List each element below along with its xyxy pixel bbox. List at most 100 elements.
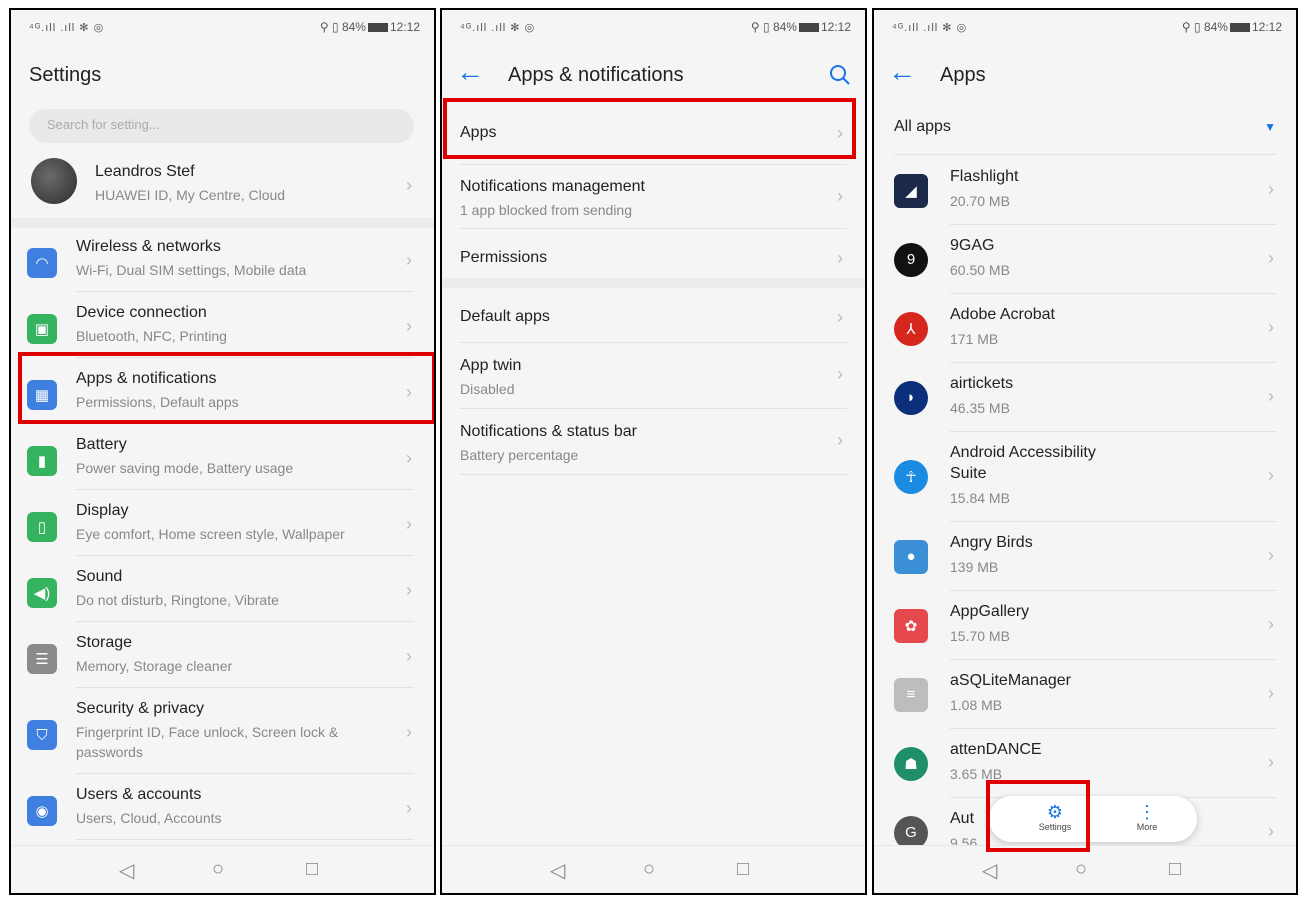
item-title: Sound <box>76 568 123 585</box>
status-bar: ⁴ᴳ.ıll .ıll ✻ ◎ ⚲ ▯ 84% 12:12 <box>442 10 865 46</box>
settings-item-display[interactable]: ▯ Display Eye comfort, Home screen style… <box>11 494 434 559</box>
item-title: Default apps <box>460 308 550 325</box>
settings-item-battery[interactable]: ▮ Battery Power saving mode, Battery usa… <box>11 428 434 493</box>
app-name: aSQLiteManager <box>950 672 1071 689</box>
settings-item-security[interactable]: ⛉ Security & privacy Fingerprint ID, Fac… <box>11 692 434 777</box>
app-size: 171 MB <box>950 331 999 347</box>
app-list-item[interactable]: ≡ aSQLiteManager 1.08 MB › <box>874 660 1296 729</box>
chevron-right-icon: › <box>1268 751 1274 772</box>
app-name: Flashlight <box>950 168 1019 185</box>
back-arrow-icon[interactable]: ← <box>888 58 916 86</box>
account-sub: HUAWEI ID, My Centre, Cloud <box>95 187 286 203</box>
highlight-settings <box>986 780 1090 852</box>
popup-more-button[interactable]: ⋮ More <box>1117 802 1177 832</box>
display-icon: ▯ <box>27 512 57 542</box>
angry-birds-icon: ● <box>894 539 928 574</box>
recent-nav-icon[interactable]: □ <box>737 858 749 881</box>
chevron-right-icon: › <box>1268 820 1274 841</box>
item-title: Wireless & networks <box>76 238 221 255</box>
default-apps-row[interactable]: Default apps › <box>442 290 865 344</box>
chevron-right-icon: › <box>406 316 412 336</box>
search-icon[interactable] <box>829 64 851 92</box>
divider <box>460 342 847 343</box>
app-list-item[interactable]: ⅄ Adobe Acrobat 171 MB › <box>874 294 1296 363</box>
item-title: Battery <box>76 436 127 453</box>
app-list-item[interactable]: ◗ airtickets 46.35 MB › <box>874 363 1296 432</box>
highlight-apps <box>443 98 856 159</box>
item-sub: Wi-Fi, Dual SIM settings, Mobile data <box>76 262 307 278</box>
signal-indicators: ⁴ᴳ.ıll .ıll ✻ ◎ <box>892 22 968 34</box>
item-sub: Battery percentage <box>460 447 579 463</box>
shield-icon: ⛉ <box>27 720 57 750</box>
chevron-right-icon: › <box>1268 385 1274 406</box>
battery-icon <box>367 23 388 33</box>
status-right: ⚲ ▯ 84% 12:12 <box>319 20 420 34</box>
divider <box>460 408 847 409</box>
item-title: Permissions <box>460 249 548 266</box>
item-sub: Power saving mode, Battery usage <box>76 460 294 476</box>
item-sub: Eye comfort, Home screen style, Wallpape… <box>76 526 345 542</box>
chevron-right-icon: › <box>406 175 412 195</box>
flashlight-icon: ◢ <box>894 173 928 208</box>
apps-notifications-screen: ⁴ᴳ.ıll .ıll ✻ ◎ ⚲ ▯ 84% 12:12 ← Apps & no… <box>440 8 867 895</box>
settings-item-sound[interactable]: ◀) Sound Do not disturb, Ringtone, Vibra… <box>11 560 434 625</box>
back-nav-icon[interactable]: ◁ <box>119 858 134 883</box>
settings-item-wireless[interactable]: ◠ Wireless & networks Wi-Fi, Dual SIM se… <box>11 230 434 295</box>
app-list-item[interactable]: ● Angry Birds 139 MB › <box>874 522 1296 591</box>
app-name: Angry Birds <box>950 534 1033 551</box>
app-size: 1.08 MB <box>950 697 1003 713</box>
settings-item-storage[interactable]: ☰ Storage Memory, Storage cleaner › <box>11 626 434 691</box>
item-title: Device connection <box>76 304 207 321</box>
notifications-status-bar-row[interactable]: Notifications & status bar Battery perce… <box>442 410 865 474</box>
back-arrow-icon[interactable]: ← <box>456 58 484 86</box>
app-filter-dropdown[interactable]: All apps ▼ <box>874 108 1296 154</box>
app-twin-row[interactable]: App twin Disabled › <box>442 344 865 408</box>
more-vertical-icon: ⋮ <box>1138 802 1156 822</box>
chevron-right-icon: › <box>1268 178 1274 199</box>
app-list-item[interactable]: 9 9GAG 60.50 MB › <box>874 225 1296 294</box>
app-list-item[interactable]: ☥ Android Accessibility Suite 15.84 MB › <box>874 432 1296 522</box>
back-nav-icon[interactable]: ◁ <box>550 858 565 883</box>
chevron-right-icon: › <box>837 430 843 450</box>
status-right: ⚲ ▯ 84% 12:12 <box>1181 20 1282 34</box>
search-input[interactable]: Search for setting... <box>29 109 414 143</box>
divider <box>894 154 1276 155</box>
home-nav-icon[interactable]: ○ <box>643 858 655 881</box>
chevron-right-icon: › <box>1268 613 1274 634</box>
item-sub: Bluetooth, NFC, Printing <box>76 328 227 344</box>
item-title: Storage <box>76 634 133 651</box>
divider <box>76 489 414 490</box>
chevron-right-icon: › <box>406 646 412 666</box>
notifications-management-row[interactable]: Notifications management 1 app blocked f… <box>442 164 865 228</box>
battery-icon <box>798 23 819 33</box>
chevron-right-icon: › <box>837 307 843 327</box>
app-list-item[interactable]: ◢ Flashlight 20.70 MB › <box>874 156 1296 225</box>
back-nav-icon[interactable]: ◁ <box>982 858 997 883</box>
item-sub: Do not disturb, Ringtone, Vibrate <box>76 592 279 608</box>
account-row[interactable]: Leandros Stef HUAWEI ID, My Centre, Clou… <box>11 150 434 220</box>
divider <box>76 621 414 622</box>
apps-screen: ⁴ᴳ.ıll .ıll ✻ ◎ ⚲ ▯ 84% 12:12 ← Apps All … <box>872 8 1298 895</box>
app-size: 46.35 MB <box>950 400 1010 416</box>
status-bar: ⁴ᴳ.ıll .ıll ✻ ◎ ⚲ ▯ 84% 12:12 <box>874 10 1296 46</box>
app-name: Suite <box>950 465 987 482</box>
chevron-right-icon: › <box>406 798 412 818</box>
recent-nav-icon[interactable]: □ <box>306 858 318 881</box>
battery-icon: ▮ <box>27 446 57 476</box>
settings-item-users[interactable]: ◉ Users & accounts Users, Cloud, Account… <box>11 778 434 843</box>
recent-nav-icon[interactable]: □ <box>1169 858 1181 881</box>
app-name: AppGallery <box>950 603 1030 620</box>
divider <box>460 474 847 475</box>
nav-bar: ◁ ○ □ <box>442 845 865 893</box>
signal-indicators: ⁴ᴳ.ıll .ıll ✻ ◎ <box>460 22 536 34</box>
home-nav-icon[interactable]: ○ <box>212 858 224 881</box>
chevron-right-icon: › <box>406 250 412 270</box>
home-nav-icon[interactable]: ○ <box>1075 858 1087 881</box>
nav-bar: ◁ ○ □ <box>874 845 1296 893</box>
settings-screen: ⁴ᴳ.ıll .ıll ✻ ◎ ⚲ ▯ 84% 12:12 Settings Se… <box>9 8 436 895</box>
item-sub: passwords <box>76 744 143 760</box>
section-gap <box>11 218 434 228</box>
app-list-item[interactable]: ✿ AppGallery 15.70 MB › <box>874 591 1296 660</box>
divider <box>76 555 414 556</box>
permissions-row[interactable]: Permissions › <box>442 228 865 280</box>
